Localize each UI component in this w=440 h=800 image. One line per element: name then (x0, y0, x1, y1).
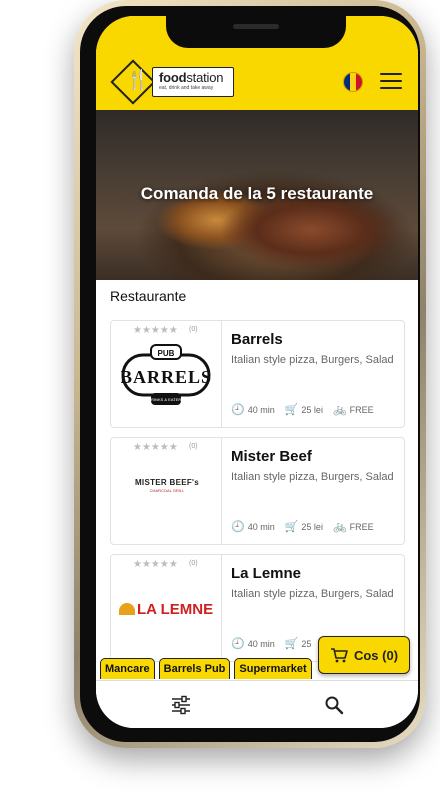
restaurant-name[interactable]: La Lemne (231, 565, 301, 582)
fork-knife-icon: 🍴 (126, 70, 150, 91)
delivery-time: 40 min (247, 404, 275, 415)
cart-icon: 🛒 (284, 404, 299, 416)
restaurant-description: Italian style pizza, Burgers, Salad (231, 588, 394, 600)
brand-tagline: eat, drink and take away (159, 85, 214, 91)
rating-stars-icon: ★★★★★ (133, 325, 178, 336)
phone-speaker (233, 24, 279, 29)
restaurant-meta: 🕘 40 min 🛒 25 (231, 637, 321, 650)
barrels-logo-bottom: DRINKS & EATERY (148, 397, 184, 402)
cart-button[interactable]: Cos (0) (318, 636, 410, 674)
rating-count: (0) (189, 443, 198, 450)
section-title: Restaurante (110, 288, 187, 304)
min-order: 25 lei (301, 521, 323, 532)
mister-beef-logo-text: MISTER BEEF's (134, 478, 200, 487)
cart-label: Cos (0) (353, 647, 399, 663)
brand-name: foodstation (159, 70, 224, 85)
phone-notch (166, 16, 346, 48)
hero-title: Comanda de la 5 restaurante (140, 184, 374, 203)
restaurant-meta: 🕘 40 min 🛒 25 lei 🚲 FREE (231, 403, 384, 416)
bike-icon: 🚲 (332, 521, 347, 533)
oven-icon (119, 603, 135, 615)
tab-supermarket[interactable]: Supermarket (234, 658, 312, 679)
restaurant-logo-panel: ★★★★★ (0) LA LEMNE (111, 555, 222, 661)
delivery-time: 40 min (247, 521, 275, 532)
delivery-time: 40 min (247, 638, 275, 649)
barrels-logo-top: PUB (158, 349, 175, 358)
rating-stars-icon: ★★★★★ (133, 559, 178, 570)
barrels-logo-main: BARRELS (121, 367, 211, 387)
rating-count: (0) (189, 560, 198, 567)
clock-icon: 🕘 (231, 404, 245, 416)
restaurant-description: Italian style pizza, Burgers, Salad (231, 471, 394, 483)
app-screen: 🍴 foodstation eat, drink and take away C… (96, 16, 418, 728)
clock-icon: 🕘 (231, 521, 245, 533)
shopping-cart-icon (330, 648, 348, 663)
cart-icon: 🛒 (284, 521, 299, 533)
tab-barrels-pub[interactable]: Barrels Pub (158, 658, 231, 679)
mister-beef-logo: MISTER BEEF's CHARCOAL GRILL (121, 478, 213, 508)
delivery-fee: FREE (349, 521, 374, 532)
filter-sliders-icon[interactable] (170, 695, 192, 715)
la-lemne-logo-text: LA LEMNE (137, 600, 214, 618)
min-order: 25 lei (301, 404, 323, 415)
tab-mancare[interactable]: Mancare (100, 658, 155, 679)
restaurant-card[interactable]: ★★★★★ (0) PUB BARRELS DRINKS & EATERY Ba… (110, 320, 405, 428)
search-icon[interactable] (324, 695, 344, 715)
barrels-logo: PUB BARRELS DRINKS & EATERY (121, 344, 211, 405)
hamburger-menu-icon[interactable] (380, 73, 402, 89)
clock-icon: 🕘 (231, 638, 245, 650)
cart-icon: 🛒 (284, 638, 299, 650)
hero-banner: Comanda de la 5 restaurante (96, 110, 418, 280)
restaurant-name[interactable]: Mister Beef (231, 448, 312, 465)
restaurant-name[interactable]: Barrels (231, 331, 283, 348)
rating-count: (0) (189, 326, 198, 333)
restaurant-card[interactable]: ★★★★★ (0) MISTER BEEF's CHARCOAL GRILL M… (110, 437, 405, 545)
restaurant-logo-panel: ★★★★★ (0) PUB BARRELS DRINKS & EATERY (111, 321, 222, 427)
restaurant-meta: 🕘 40 min 🛒 25 lei 🚲 FREE (231, 520, 384, 533)
restaurant-logo-panel: ★★★★★ (0) MISTER BEEF's CHARCOAL GRILL (111, 438, 222, 544)
brand-logo[interactable]: foodstation eat, drink and take away (152, 67, 234, 97)
restaurant-description: Italian style pizza, Burgers, Salad (231, 354, 394, 366)
delivery-fee: FREE (349, 404, 374, 415)
mister-beef-logo-sub: CHARCOAL GRILL (149, 488, 185, 493)
language-flag-icon[interactable] (343, 72, 363, 92)
min-order: 25 (301, 638, 312, 649)
rating-stars-icon: ★★★★★ (133, 442, 178, 453)
category-tabs: Mancare Barrels Pub Supermarket (100, 658, 312, 679)
la-lemne-logo: LA LEMNE (119, 597, 215, 621)
bike-icon: 🚲 (332, 404, 347, 416)
bottom-nav (96, 680, 418, 728)
